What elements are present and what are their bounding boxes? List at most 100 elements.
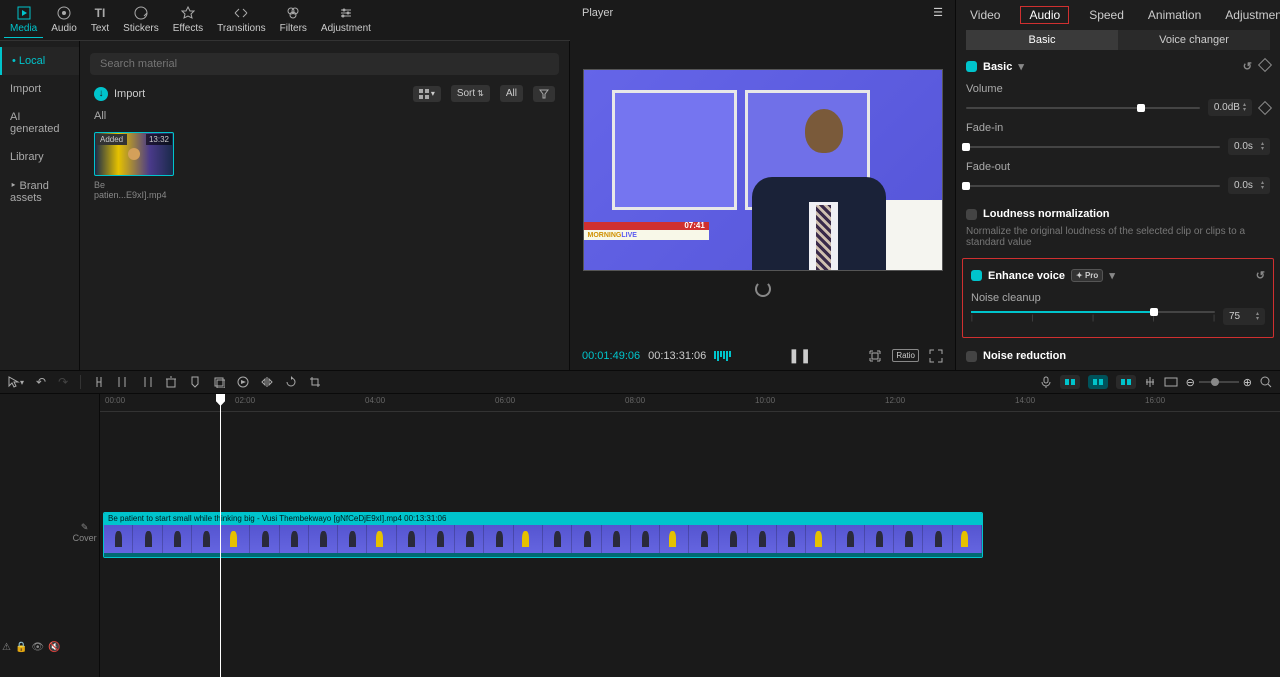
fadeout-slider[interactable]: [966, 185, 1220, 187]
tab-media[interactable]: Media: [4, 2, 43, 38]
playhead[interactable]: [220, 394, 221, 677]
tab-transitions[interactable]: Transitions: [211, 2, 272, 38]
banner-time: 07:41: [684, 221, 704, 230]
tab-transitions-label: Transitions: [217, 23, 266, 34]
track-warn-icon[interactable]: ⚠: [2, 642, 11, 653]
split-tool[interactable]: [93, 376, 105, 388]
mirror-tool[interactable]: [261, 376, 273, 388]
sort-button[interactable]: Sort ⇅: [451, 85, 490, 102]
filter-button[interactable]: [533, 86, 555, 102]
view-grid-button[interactable]: ▾: [413, 86, 441, 102]
tab-text[interactable]: TI Text: [85, 2, 115, 38]
marker-tool[interactable]: [189, 376, 201, 388]
noise-cleanup-slider[interactable]: [971, 311, 1215, 313]
delete-tool[interactable]: [165, 376, 177, 388]
volume-slider[interactable]: [966, 107, 1200, 109]
crop-tool[interactable]: [213, 376, 225, 388]
reverse-tool[interactable]: [237, 376, 249, 388]
fadein-value[interactable]: 0.0s▴▾: [1228, 138, 1270, 155]
timeline-tracks[interactable]: 00:00 02:00 04:00 06:00 08:00 10:00 12:0…: [100, 394, 1280, 677]
crop-ratio-tool[interactable]: [309, 376, 321, 388]
redo-button[interactable]: ↷: [58, 375, 68, 389]
subtab-basic[interactable]: Basic: [966, 30, 1118, 50]
cover-button[interactable]: ✎ Cover: [69, 518, 101, 547]
player-title: Player: [582, 7, 613, 19]
zoom-slider[interactable]: ⊖ ⊕: [1186, 376, 1252, 389]
basic-checkbox[interactable]: [966, 61, 977, 72]
props-tab-animation[interactable]: Animation: [1144, 6, 1205, 24]
timeline-ruler[interactable]: 00:00 02:00 04:00 06:00 08:00 10:00 12:0…: [100, 394, 1280, 412]
tab-adjustment-label: Adjustment: [321, 23, 371, 34]
props-tab-audio[interactable]: Audio: [1020, 6, 1069, 24]
side-nav-ai[interactable]: AI generated: [0, 103, 79, 143]
zoom-out-icon[interactable]: ⊖: [1186, 376, 1195, 389]
delete-right-tool[interactable]: [141, 376, 153, 388]
props-tab-speed[interactable]: Speed: [1085, 6, 1128, 24]
search-input[interactable]: [90, 53, 559, 75]
undo-button[interactable]: ↶: [36, 375, 46, 389]
magnet-1-icon[interactable]: [1060, 375, 1080, 389]
tab-effects[interactable]: Effects: [167, 2, 209, 38]
props-tab-video[interactable]: Video: [966, 6, 1004, 24]
track-mute-icon[interactable]: 🔇: [48, 642, 60, 653]
thumbnail-image: Added 13:32: [94, 132, 174, 176]
magnet-2-icon[interactable]: [1088, 375, 1108, 389]
magnet-3-icon[interactable]: [1116, 375, 1136, 389]
loudness-checkbox[interactable]: [966, 209, 977, 220]
side-nav-local[interactable]: • Local: [0, 47, 79, 75]
props-tab-adjustment[interactable]: Adjustment: [1221, 6, 1280, 24]
tab-filters[interactable]: Filters: [274, 2, 313, 38]
ratio-button[interactable]: Ratio: [892, 349, 919, 362]
tab-audio[interactable]: Audio: [45, 2, 83, 38]
loudness-header: Loudness normalization: [983, 208, 1110, 220]
total-time: 00:13:31:06: [648, 350, 706, 362]
side-nav-brand[interactable]: ‣ Brand assets: [0, 171, 79, 212]
added-badge: Added: [96, 134, 127, 145]
fadeout-value[interactable]: 0.0s▴▾: [1228, 177, 1270, 194]
fadeout-label: Fade-out: [966, 161, 1270, 173]
subtab-voice-changer[interactable]: Voice changer: [1118, 30, 1270, 50]
pause-button[interactable]: ❚❚: [788, 347, 811, 364]
top-tabs: Media Audio TI Text Stickers Effects: [0, 0, 570, 41]
tab-filters-label: Filters: [280, 23, 307, 34]
rotate-tool[interactable]: [285, 376, 297, 388]
align-icon[interactable]: [1144, 376, 1156, 388]
snapshot-icon[interactable]: [868, 349, 882, 363]
timeline-area: ▾ ↶ ↷ ⊖ ⊕: [0, 370, 1280, 677]
loading-spinner-icon: [755, 281, 771, 297]
video-preview[interactable]: 07:41 MORNINGLIVE: [583, 69, 943, 271]
transitions-icon: [233, 5, 249, 21]
filters-icon: [285, 5, 301, 21]
volume-value[interactable]: 0.0dB▴▾: [1208, 99, 1252, 116]
delete-left-tool[interactable]: [117, 376, 129, 388]
tab-adjustment[interactable]: Adjustment: [315, 2, 377, 38]
media-thumbnail[interactable]: Added 13:32 Be patien...E9xI].mp4: [94, 132, 174, 200]
noise-cleanup-value[interactable]: 75▴▾: [1223, 308, 1265, 325]
noise-reduction-checkbox[interactable]: [966, 351, 977, 362]
select-tool[interactable]: ▾: [8, 376, 24, 388]
enhance-reset-icon[interactable]: ↺: [1256, 269, 1265, 282]
import-button[interactable]: ↓ Import: [94, 87, 145, 101]
player-menu-icon[interactable]: ☰: [933, 6, 943, 19]
keyframe-diamond-icon[interactable]: [1258, 58, 1272, 72]
video-clip[interactable]: Be patient to start small while thinking…: [103, 512, 983, 558]
side-nav-library[interactable]: Library: [0, 143, 79, 171]
tab-stickers[interactable]: Stickers: [117, 2, 165, 38]
zoom-fit-icon[interactable]: [1260, 376, 1272, 388]
reset-icon[interactable]: ↺: [1243, 60, 1252, 73]
enhance-checkbox[interactable]: [971, 270, 982, 281]
volume-keyframe-icon[interactable]: [1258, 100, 1272, 114]
pro-badge: ✦ Pro: [1071, 269, 1103, 282]
preview-icon[interactable]: [1164, 377, 1178, 387]
fadein-slider[interactable]: [966, 146, 1220, 148]
timeline-toolbar: ▾ ↶ ↷ ⊖ ⊕: [0, 371, 1280, 394]
track-eye-icon[interactable]: 👁: [31, 642, 44, 653]
zoom-in-icon[interactable]: ⊕: [1243, 376, 1252, 389]
fullscreen-icon[interactable]: [929, 349, 943, 363]
sort-label: Sort: [457, 88, 475, 99]
adjustment-icon: [338, 5, 354, 21]
mic-icon[interactable]: [1040, 376, 1052, 388]
filter-all-button[interactable]: All: [500, 85, 523, 102]
track-lock-icon[interactable]: 🔒: [15, 642, 27, 653]
side-nav-import[interactable]: Import: [0, 75, 79, 103]
